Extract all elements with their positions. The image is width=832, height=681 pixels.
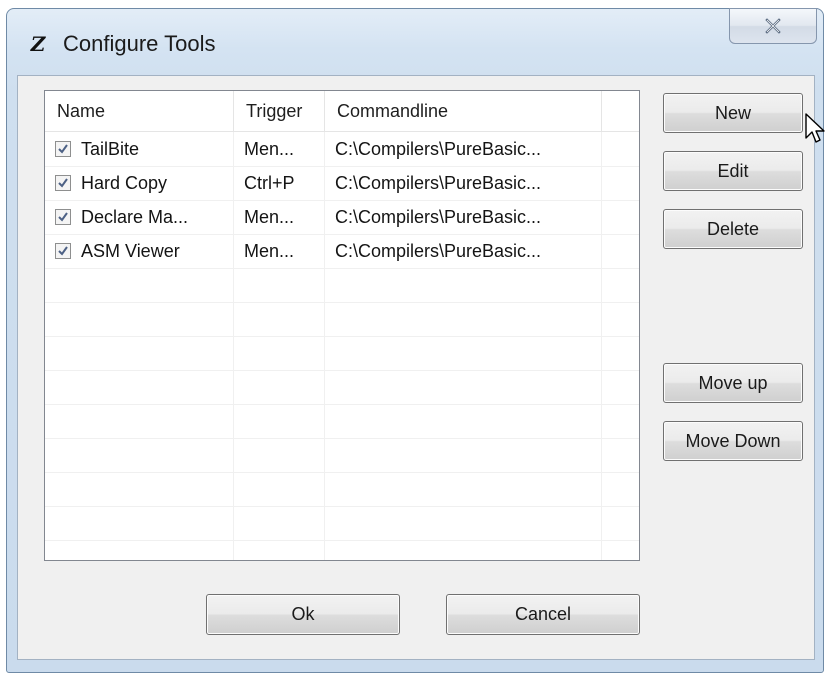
cancel-button[interactable]: Cancel (446, 594, 640, 635)
table-row[interactable]: TailBite Men... C:\Compilers\PureBasic..… (45, 132, 639, 166)
row-checkbox[interactable] (55, 243, 71, 259)
row-gridline (45, 268, 639, 269)
row-gridline (45, 200, 639, 201)
row-gridline (45, 234, 639, 235)
checkmark-icon (58, 246, 68, 256)
row-checkbox[interactable] (55, 175, 71, 191)
checkmark-icon (58, 144, 68, 154)
column-header-name[interactable]: Name (45, 91, 234, 131)
row-gridline (45, 506, 639, 507)
close-button[interactable] (729, 8, 817, 44)
column-header-commandline[interactable]: Commandline (325, 91, 602, 131)
move-down-button[interactable]: Move Down (663, 421, 803, 461)
cell-commandline: C:\Compilers\PureBasic... (335, 139, 542, 159)
row-checkbox[interactable] (55, 209, 71, 225)
table-row[interactable]: Declare Ma... Men... C:\Compilers\PureBa… (45, 200, 639, 234)
move-up-button[interactable]: Move up (663, 363, 803, 403)
cell-trigger: Men... (244, 241, 295, 261)
row-checkbox[interactable] (55, 141, 71, 157)
window-title: Configure Tools (63, 31, 216, 56)
list-body: TailBite Men... C:\Compilers\PureBasic..… (45, 132, 639, 560)
tools-list[interactable]: Name Trigger Commandline TailBite Men...… (44, 90, 640, 561)
cell-name: Hard Copy (81, 173, 168, 193)
column-header-extra[interactable] (602, 91, 639, 131)
mouse-pointer-icon (805, 113, 825, 143)
cell-trigger: Men... (244, 139, 295, 159)
checkmark-icon (58, 178, 68, 188)
cell-name: Declare Ma... (81, 207, 189, 227)
dialog-client-area: Name Trigger Commandline TailBite Men...… (17, 75, 815, 660)
cell-commandline: C:\Compilers\PureBasic... (335, 241, 542, 261)
new-button[interactable]: New (663, 93, 803, 133)
table-row[interactable]: Hard Copy Ctrl+P C:\Compilers\PureBasic.… (45, 166, 639, 200)
row-gridline (45, 370, 639, 371)
row-gridline (45, 438, 639, 439)
row-gridline (45, 472, 639, 473)
table-row[interactable]: ASM Viewer Men... C:\Compilers\PureBasic… (45, 234, 639, 268)
row-gridline (45, 540, 639, 541)
row-gridline (45, 302, 639, 303)
row-gridline (45, 166, 639, 167)
row-gridline (45, 336, 639, 337)
close-x-icon (765, 18, 781, 34)
cell-commandline: C:\Compilers\PureBasic... (335, 173, 542, 193)
column-header-trigger[interactable]: Trigger (234, 91, 325, 131)
configure-tools-window: Z Configure Tools Name Trigger Commandli… (6, 8, 824, 673)
row-gridline (45, 404, 639, 405)
ok-button[interactable]: Ok (206, 594, 400, 635)
cell-commandline: C:\Compilers\PureBasic... (335, 207, 542, 227)
list-header: Name Trigger Commandline (45, 91, 639, 132)
pb-z-icon: Z (30, 32, 46, 56)
title-bar[interactable]: Z Configure Tools (7, 8, 823, 75)
edit-button[interactable]: Edit (663, 151, 803, 191)
cell-name: TailBite (81, 139, 140, 159)
cell-trigger: Ctrl+P (244, 173, 295, 193)
cell-name: ASM Viewer (81, 241, 180, 261)
delete-button[interactable]: Delete (663, 209, 803, 249)
cell-trigger: Men... (244, 207, 295, 227)
checkmark-icon (58, 212, 68, 222)
